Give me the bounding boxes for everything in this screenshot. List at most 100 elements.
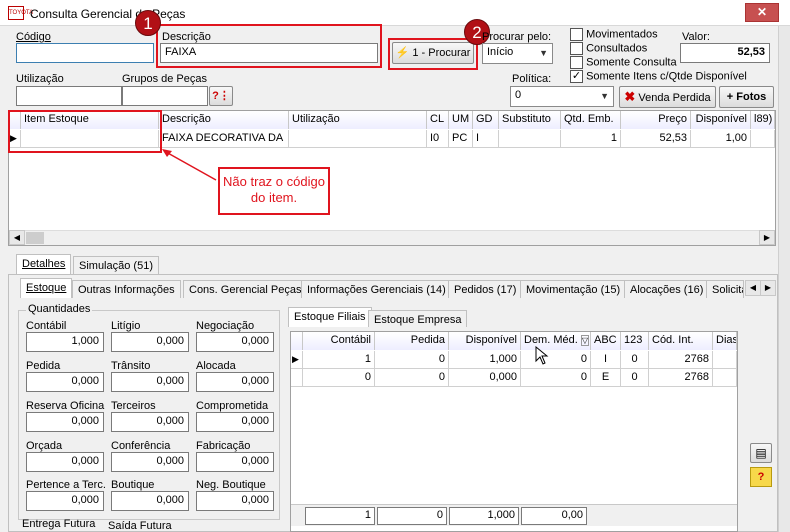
cell-abc[interactable]: E xyxy=(591,369,621,387)
tab-detalhes[interactable]: Detalhes xyxy=(16,254,72,274)
cell-extra[interactable] xyxy=(751,130,775,148)
tab-movimentacao[interactable]: Movimentação (15) xyxy=(520,280,627,298)
col-descricao[interactable]: Descrição xyxy=(159,111,289,129)
col-disponivel[interactable]: Disponível xyxy=(691,111,751,129)
fotos-button[interactable]: + Fotos xyxy=(719,86,774,108)
cell-abc[interactable]: I xyxy=(591,351,621,369)
col-preco[interactable]: Preço xyxy=(621,111,691,129)
boutique-field[interactable]: 0,000 xyxy=(111,491,189,511)
col-gd[interactable]: GD xyxy=(473,111,499,129)
cell-contabil[interactable]: 0 xyxy=(303,369,375,387)
cell-cl[interactable]: I0 xyxy=(427,130,449,148)
utilizacao-input[interactable] xyxy=(16,86,122,106)
cell-gd[interactable]: I xyxy=(473,130,499,148)
checkbox-box[interactable] xyxy=(570,56,583,69)
col-pedida[interactable]: Pedida xyxy=(375,332,449,350)
cell-qtd-emb[interactable]: 1 xyxy=(561,130,621,148)
col-contabil[interactable]: Contábil xyxy=(303,332,375,350)
tabs-left-icon[interactable]: ◀ xyxy=(745,280,761,296)
tab-cons-gerencial[interactable]: Cons. Gerencial Peças xyxy=(183,280,308,298)
checkbox-somente-itens[interactable]: ✓ Somente Itens c/Qtde Disponível xyxy=(570,70,747,83)
cell-cod-int[interactable]: 2768 xyxy=(649,369,713,387)
cell-um[interactable]: PC xyxy=(449,130,473,148)
litigio-field[interactable]: 0,000 xyxy=(111,332,189,352)
grupos-input[interactable] xyxy=(122,86,208,106)
col-abc[interactable]: ABC xyxy=(591,332,621,350)
checkbox-movimentados[interactable]: Movimentados xyxy=(570,28,658,41)
venda-perdida-button[interactable]: ✖ Venda Perdida xyxy=(619,86,716,108)
cell-disponivel[interactable]: 1,000 xyxy=(449,351,521,369)
col-cl[interactable]: CL xyxy=(427,111,449,129)
procurar-button[interactable]: ⚡ 1 - Procurar xyxy=(392,42,474,64)
cell-cod-int[interactable]: 2768 xyxy=(649,351,713,369)
col-cod-int[interactable]: Cód. Int. xyxy=(649,332,713,350)
tab-estoque-filiais[interactable]: Estoque Filiais xyxy=(288,307,372,327)
fabricacao-field[interactable]: 0,000 xyxy=(196,452,274,472)
politica-select[interactable]: 0 ▼ xyxy=(510,86,614,107)
col-qtd-emb[interactable]: Qtd. Emb. xyxy=(561,111,621,129)
cell-123[interactable]: 0 xyxy=(621,351,649,369)
cell-preco[interactable]: 52,53 xyxy=(621,130,691,148)
tab-alocacoes[interactable]: Alocações (16) xyxy=(624,280,710,298)
grupos-lookup-icon[interactable]: ?⋮ xyxy=(209,86,233,106)
codigo-input[interactable] xyxy=(16,43,154,63)
alocada-field[interactable]: 0,000 xyxy=(196,372,274,392)
scroll-right-icon[interactable]: ▶ xyxy=(759,230,775,245)
tab-outras-informacoes[interactable]: Outras Informações xyxy=(72,280,181,298)
col-extra[interactable]: l89) xyxy=(751,111,775,129)
tab-simulacao[interactable]: Simulação (51) xyxy=(73,256,159,274)
tab-solicita[interactable]: Solicita xyxy=(706,280,744,298)
tab-estoque[interactable]: Estoque xyxy=(20,278,73,298)
cell-disponivel[interactable]: 0,000 xyxy=(449,369,521,387)
tab-estoque-empresa[interactable]: Estoque Empresa xyxy=(368,310,468,327)
cell-123[interactable]: 0 xyxy=(621,369,649,387)
cell-dem-med[interactable]: 0 xyxy=(521,351,591,369)
filter-icon[interactable]: ▽ xyxy=(580,335,590,346)
transito-field[interactable]: 0,000 xyxy=(111,372,189,392)
report-icon[interactable]: ▤ xyxy=(750,443,772,463)
col-substituto[interactable]: Substituto xyxy=(499,111,561,129)
help-icon[interactable]: ? xyxy=(750,467,772,487)
cell-utilizacao[interactable] xyxy=(289,130,427,148)
scroll-thumb[interactable] xyxy=(26,232,44,244)
pedida-field[interactable]: 0,000 xyxy=(26,372,104,392)
col-disponivel[interactable]: Disponível xyxy=(449,332,521,350)
col-dias[interactable]: Dias xyxy=(713,332,737,350)
col-dem-med[interactable]: Dem. Méd. ▽ xyxy=(521,332,591,350)
neg-boutique-field[interactable]: 0,000 xyxy=(196,491,274,511)
col-um[interactable]: UM xyxy=(449,111,473,129)
col-utilizacao[interactable]: Utilização xyxy=(289,111,427,129)
table-row[interactable]: 0 0 0,000 0 E 0 2768 xyxy=(291,369,737,387)
cell-dias[interactable] xyxy=(713,369,737,387)
cell-dem-med[interactable]: 0 xyxy=(521,369,591,387)
orcada-field[interactable]: 0,000 xyxy=(26,452,104,472)
checkbox-box[interactable] xyxy=(570,42,583,55)
tabs-right-icon[interactable]: ▶ xyxy=(760,280,776,296)
cell-contabil[interactable]: 1 xyxy=(303,351,375,369)
cell-dias[interactable] xyxy=(713,351,737,369)
cell-substituto[interactable] xyxy=(499,130,561,148)
procurar-pelo-select[interactable]: Início ▼ xyxy=(482,43,553,64)
terceiros-field[interactable]: 0,000 xyxy=(111,412,189,432)
descricao-input[interactable]: FAIXA xyxy=(160,43,378,63)
checkbox-somente-consulta[interactable]: Somente Consulta xyxy=(570,56,677,69)
tab-pedidos[interactable]: Pedidos (17) xyxy=(448,280,523,298)
reserva-oficina-field[interactable]: 0,000 xyxy=(26,412,104,432)
table-row[interactable]: ▶ 1 0 1,000 0 I 0 2768 xyxy=(291,351,737,369)
pertence-terc-field[interactable]: 0,000 xyxy=(26,491,104,511)
col-123[interactable]: 123 xyxy=(621,332,649,350)
negociacao-field[interactable]: 0,000 xyxy=(196,332,274,352)
valor-input[interactable]: 52,53 xyxy=(680,43,770,63)
cell-disponivel[interactable]: 1,00 xyxy=(691,130,751,148)
contabil-field[interactable]: 1,000 xyxy=(26,332,104,352)
cell-pedida[interactable]: 0 xyxy=(375,369,449,387)
checkbox-box[interactable] xyxy=(570,28,583,41)
checkbox-box[interactable]: ✓ xyxy=(570,70,583,83)
results-scrollbar[interactable]: ◀ ▶ xyxy=(9,230,775,245)
checkbox-consultados[interactable]: Consultados xyxy=(570,42,647,55)
close-button[interactable]: ✕ xyxy=(745,3,779,22)
scroll-left-icon[interactable]: ◀ xyxy=(9,230,25,245)
conferencia-field[interactable]: 0,000 xyxy=(111,452,189,472)
comprometida-field[interactable]: 0,000 xyxy=(196,412,274,432)
tab-informacoes-gerenciais[interactable]: Informações Gerenciais (14) xyxy=(301,280,452,298)
